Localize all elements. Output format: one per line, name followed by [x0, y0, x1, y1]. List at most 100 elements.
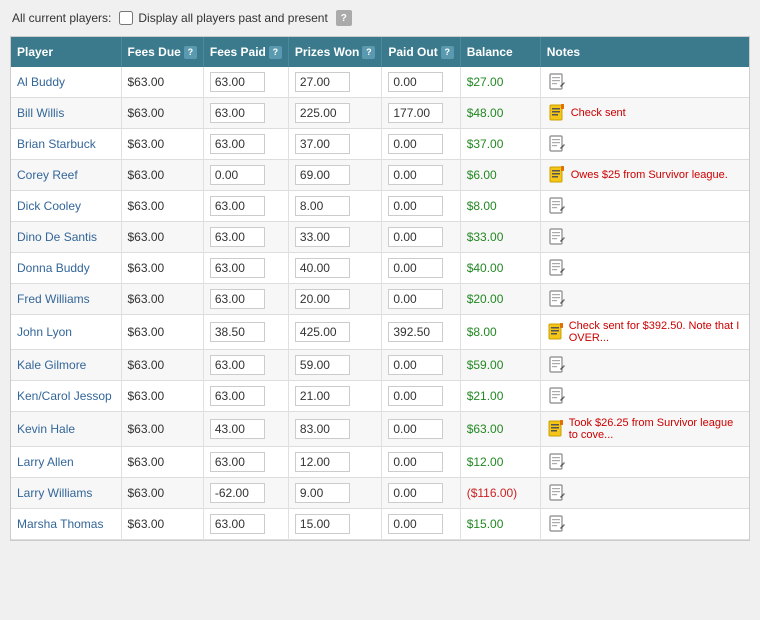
fees-paid-input[interactable]: 0.00: [210, 165, 265, 185]
prizes-won-input[interactable]: 425.00: [295, 322, 350, 342]
note-icon[interactable]: [547, 452, 567, 472]
fees-paid-input[interactable]: 63.00: [210, 72, 265, 92]
note-icon[interactable]: [547, 514, 567, 534]
player-name-link[interactable]: Kale Gilmore: [17, 358, 86, 372]
prizes-won-input[interactable]: 37.00: [295, 134, 350, 154]
player-name-link[interactable]: Corey Reef: [17, 168, 78, 182]
player-name-link[interactable]: Bill Willis: [17, 106, 64, 120]
table-row: Kevin Hale$63.0043.0083.000.00$63.00 Too…: [11, 412, 749, 447]
notes-cell: [540, 129, 749, 160]
prizes-won-input[interactable]: 20.00: [295, 289, 350, 309]
note-icon[interactable]: [547, 134, 567, 154]
paid-out-input[interactable]: 0.00: [388, 514, 443, 534]
paid-out-input[interactable]: 0.00: [388, 452, 443, 472]
note-icon[interactable]: [547, 419, 565, 439]
player-name-link[interactable]: Larry Williams: [17, 486, 92, 500]
paid-out-input[interactable]: 177.00: [388, 103, 443, 123]
note-icon[interactable]: [547, 196, 567, 216]
player-name-link[interactable]: Kevin Hale: [17, 422, 75, 436]
note-icon[interactable]: [547, 322, 565, 342]
table-row: Marsha Thomas$63.0063.0015.000.00$15.00: [11, 509, 749, 540]
prizes-won-help-icon[interactable]: ?: [362, 46, 375, 59]
fees-due-cell: $63.00: [121, 381, 203, 412]
paid-out-input[interactable]: 0.00: [388, 165, 443, 185]
note-icon[interactable]: [547, 165, 567, 185]
note-icon[interactable]: [547, 386, 567, 406]
prizes-won-input[interactable]: 27.00: [295, 72, 350, 92]
fees-paid-input[interactable]: 63.00: [210, 134, 265, 154]
prizes-won-input[interactable]: 12.00: [295, 452, 350, 472]
fees-paid-input[interactable]: 63.00: [210, 227, 265, 247]
player-name-link[interactable]: Al Buddy: [17, 75, 65, 89]
fees-paid-cell: 63.00: [203, 67, 288, 98]
prizes-won-input[interactable]: 83.00: [295, 419, 350, 439]
player-name-link[interactable]: Marsha Thomas: [17, 517, 103, 531]
prizes-won-input[interactable]: 69.00: [295, 165, 350, 185]
paid-out-input[interactable]: 0.00: [388, 386, 443, 406]
paid-out-input[interactable]: 0.00: [388, 72, 443, 92]
player-name-link[interactable]: John Lyon: [17, 325, 72, 339]
note-icon[interactable]: [547, 103, 567, 123]
paid-out-help-icon[interactable]: ?: [441, 46, 454, 59]
player-name-link[interactable]: Dino De Santis: [17, 230, 97, 244]
fees-paid-input[interactable]: 63.00: [210, 196, 265, 216]
prizes-won-input[interactable]: 33.00: [295, 227, 350, 247]
prizes-won-cell: 225.00: [288, 98, 381, 129]
prizes-won-input[interactable]: 21.00: [295, 386, 350, 406]
prizes-won-cell: 83.00: [288, 412, 381, 447]
paid-out-input[interactable]: 0.00: [388, 227, 443, 247]
fees-due-cell: $63.00: [121, 284, 203, 315]
prizes-won-input[interactable]: 15.00: [295, 514, 350, 534]
paid-out-input[interactable]: 0.00: [388, 289, 443, 309]
prizes-won-input[interactable]: 225.00: [295, 103, 350, 123]
fees-due-cell: $63.00: [121, 160, 203, 191]
fees-paid-input[interactable]: -62.00: [210, 483, 265, 503]
fees-paid-input[interactable]: 63.00: [210, 258, 265, 278]
prizes-won-cell: 9.00: [288, 478, 381, 509]
note-icon[interactable]: [547, 483, 567, 503]
prizes-won-input[interactable]: 8.00: [295, 196, 350, 216]
table-row: Dino De Santis$63.0063.0033.000.00$33.00: [11, 222, 749, 253]
note-icon[interactable]: [547, 72, 567, 92]
prizes-won-input[interactable]: 9.00: [295, 483, 350, 503]
note-icon[interactable]: [547, 289, 567, 309]
fees-paid-help-icon[interactable]: ?: [269, 46, 282, 59]
player-name-link[interactable]: Brian Starbuck: [17, 137, 96, 151]
player-name-link[interactable]: Ken/Carol Jessop: [17, 389, 112, 403]
paid-out-input[interactable]: 0.00: [388, 483, 443, 503]
note-icon[interactable]: [547, 258, 567, 278]
player-name-link[interactable]: Dick Cooley: [17, 199, 81, 213]
balance-cell: $37.00: [460, 129, 540, 160]
paid-out-input[interactable]: 392.50: [388, 322, 443, 342]
player-name-link[interactable]: Larry Allen: [17, 455, 74, 469]
prizes-won-cell: 12.00: [288, 447, 381, 478]
fees-due-cell: $63.00: [121, 129, 203, 160]
fees-due-help-icon[interactable]: ?: [184, 46, 197, 59]
fees-paid-input[interactable]: 63.00: [210, 289, 265, 309]
paid-out-input[interactable]: 0.00: [388, 196, 443, 216]
paid-out-input[interactable]: 0.00: [388, 419, 443, 439]
prizes-won-input[interactable]: 40.00: [295, 258, 350, 278]
paid-out-input[interactable]: 0.00: [388, 134, 443, 154]
table-row: Dick Cooley$63.0063.008.000.00$8.00: [11, 191, 749, 222]
table-row: Fred Williams$63.0063.0020.000.00$20.00: [11, 284, 749, 315]
fees-paid-cell: 63.00: [203, 222, 288, 253]
display-all-checkbox[interactable]: [119, 11, 133, 25]
fees-paid-input[interactable]: 63.00: [210, 103, 265, 123]
fees-paid-input[interactable]: 63.00: [210, 355, 265, 375]
fees-paid-input[interactable]: 63.00: [210, 514, 265, 534]
display-all-label[interactable]: Display all players past and present: [119, 11, 327, 25]
note-icon[interactable]: [547, 355, 567, 375]
display-all-help-icon[interactable]: ?: [336, 10, 352, 26]
player-name-link[interactable]: Donna Buddy: [17, 261, 90, 275]
paid-out-input[interactable]: 0.00: [388, 258, 443, 278]
fees-paid-input[interactable]: 63.00: [210, 452, 265, 472]
player-name-link[interactable]: Fred Williams: [17, 292, 90, 306]
paid-out-input[interactable]: 0.00: [388, 355, 443, 375]
fees-paid-input[interactable]: 63.00: [210, 386, 265, 406]
prizes-won-input[interactable]: 59.00: [295, 355, 350, 375]
paid-out-cell: 0.00: [382, 412, 460, 447]
note-icon[interactable]: [547, 227, 567, 247]
fees-paid-input[interactable]: 38.50: [210, 322, 265, 342]
fees-paid-input[interactable]: 43.00: [210, 419, 265, 439]
